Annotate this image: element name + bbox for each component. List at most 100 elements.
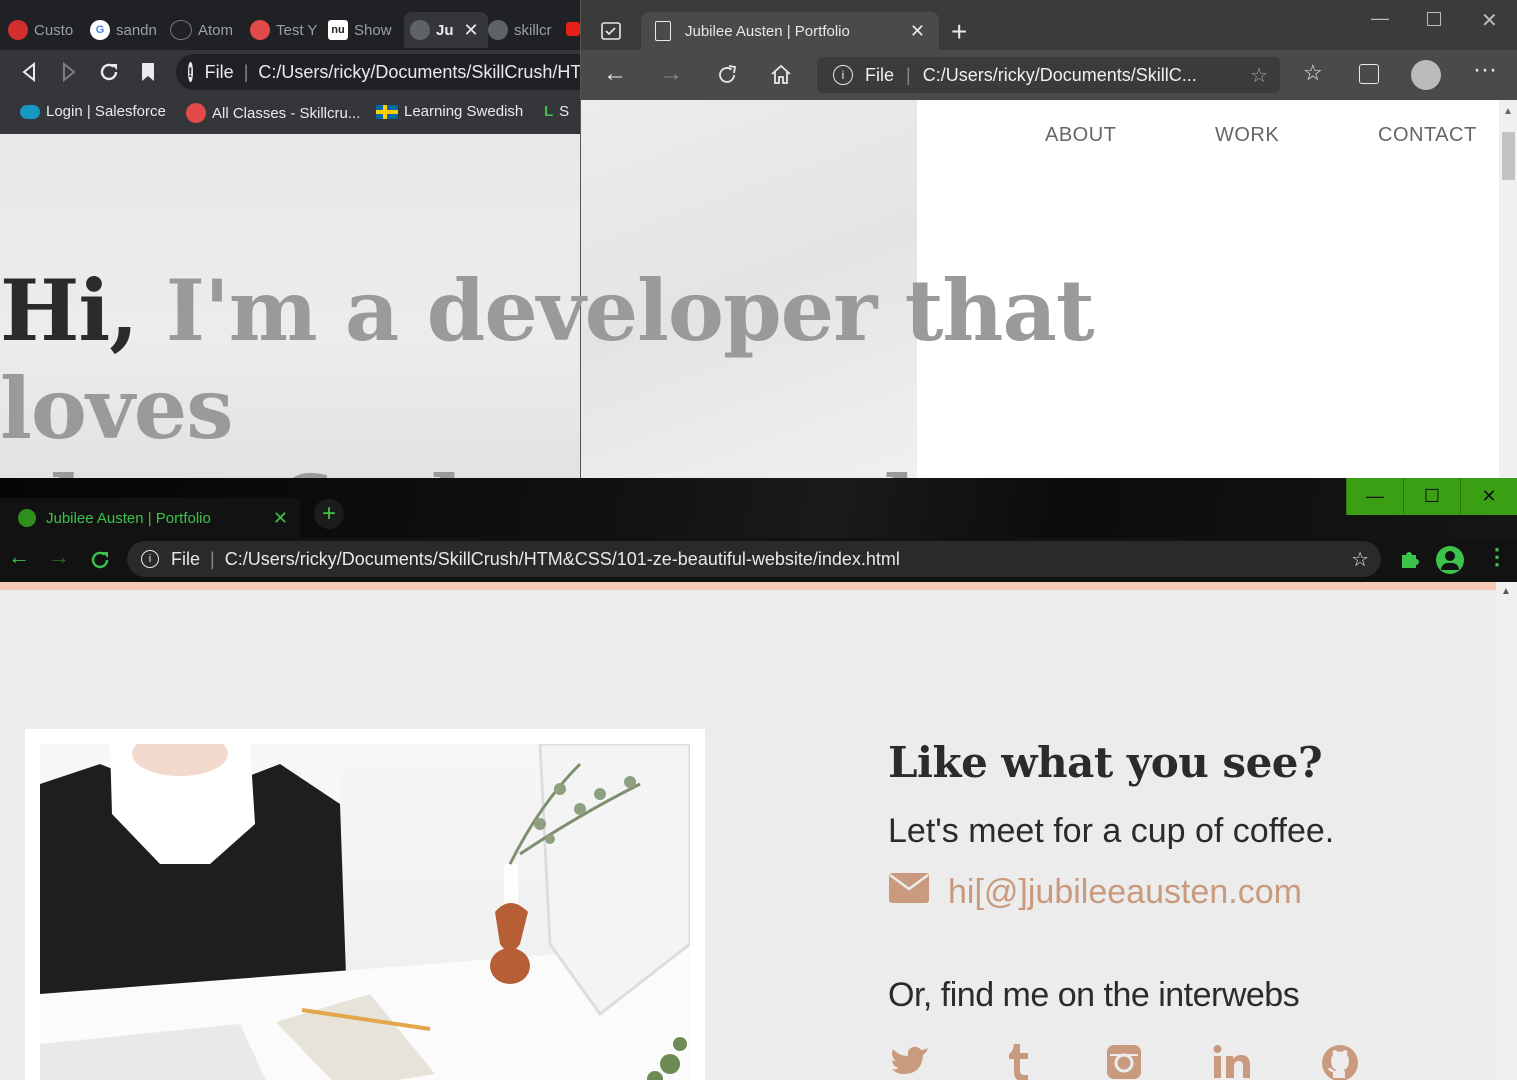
tab-ju-active[interactable]: Ju ✕ — [404, 12, 488, 48]
bookmark-s[interactable]: L S — [544, 103, 569, 120]
contact-photo-illustration — [40, 744, 690, 1080]
tab-title: Jubilee Austen | Portfolio — [685, 22, 850, 40]
tab-label: Atom — [198, 21, 234, 39]
tab-strip: Custo G sandn Atom Test Y nu Show Ju ✕ s… — [0, 0, 580, 50]
close-tab-icon[interactable]: ✕ — [464, 20, 479, 41]
tab-test[interactable]: Test Y — [250, 12, 324, 48]
reload-icon[interactable] — [715, 63, 739, 87]
forward-icon[interactable]: → — [48, 544, 70, 570]
close-window-icon[interactable]: ✕ — [1460, 478, 1517, 515]
minimize-icon[interactable]: — — [1346, 478, 1403, 515]
bookmark-learning-swedish[interactable]: Learning Swedish — [376, 103, 523, 120]
close-tab-icon[interactable]: ✕ — [910, 21, 925, 42]
address-divider: | — [210, 548, 215, 569]
close-tab-icon[interactable]: ✕ — [273, 508, 288, 529]
tumblr-icon[interactable] — [1005, 1044, 1049, 1080]
title-bar: Jubilee Austen | Portfolio ✕ + — ✕ — [581, 0, 1517, 50]
tab-skillcr[interactable]: skillcr — [488, 12, 560, 48]
new-tab-icon[interactable]: + — [951, 16, 967, 48]
address-text: C:/Users/ricky/Documents/SkillCrush/HTM&… — [224, 548, 900, 569]
linkedin-icon[interactable] — [1213, 1044, 1257, 1080]
add-favorite-icon[interactable]: ☆ — [1250, 63, 1268, 88]
home-icon[interactable] — [769, 63, 793, 87]
info-icon[interactable]: i — [833, 65, 853, 85]
tab-label: Ju — [436, 21, 454, 39]
forward-icon[interactable]: → — [659, 60, 683, 88]
globe-icon — [18, 509, 36, 527]
maximize-icon[interactable] — [1427, 12, 1441, 26]
twitter-icon[interactable] — [890, 1044, 934, 1080]
atom-icon — [170, 20, 192, 40]
maximize-icon[interactable]: ☐ — [1403, 478, 1460, 515]
contact-subheading: Let's meet for a cup of coffee. — [888, 812, 1335, 850]
scroll-up-icon[interactable]: ▲ — [1503, 106, 1513, 117]
bookmark-salesforce[interactable]: Login | Salesforce — [20, 103, 166, 120]
profile-avatar[interactable] — [1411, 60, 1441, 90]
favorites-icon[interactable]: ☆ — [1303, 60, 1323, 86]
globe-icon — [410, 20, 430, 40]
info-icon[interactable]: i — [141, 550, 159, 568]
tab-label: Custo — [34, 21, 74, 39]
scrollbar[interactable]: ▲ — [1496, 582, 1517, 1080]
email-link[interactable]: hi[@]jubileeausten.com — [888, 872, 1302, 913]
forward-icon[interactable] — [60, 62, 78, 82]
toolbar: ← → i File | C:/Users/ricky/Documents/Sk… — [581, 50, 1517, 100]
tab-jubilee-portfolio[interactable]: Jubilee Austen | Portfolio ✕ — [0, 498, 300, 538]
new-tab-icon[interactable]: + — [314, 499, 344, 529]
reload-icon[interactable] — [89, 549, 111, 571]
tab-custo[interactable]: Custo — [8, 12, 88, 48]
back-icon[interactable]: ← — [603, 60, 627, 88]
more-menu-icon[interactable]: ··· — [1473, 56, 1497, 84]
tab-atom[interactable]: Atom — [170, 12, 246, 48]
collections-icon[interactable] — [1359, 64, 1379, 84]
nav-work[interactable]: WORK — [1215, 124, 1279, 147]
social-heading: Or, find me on the interwebs — [888, 976, 1300, 1014]
email-address[interactable]: hi[@]jubileeausten.com — [948, 873, 1302, 912]
scroll-up-icon[interactable]: ▲ — [1501, 586, 1511, 597]
bookmark-icon[interactable] — [140, 62, 156, 82]
tab-label: Test Y — [276, 21, 318, 39]
youtube-icon — [566, 22, 580, 36]
tab-label: skillcr — [514, 21, 552, 39]
address-bar[interactable]: ! File | C:/Users/ricky/Documents/SkillC… — [176, 54, 580, 90]
google-icon: G — [90, 20, 110, 40]
address-scheme: File — [171, 548, 201, 569]
info-icon[interactable]: ! — [188, 62, 193, 82]
green-l-icon: L — [544, 103, 554, 120]
more-menu-icon[interactable]: ⋮ — [1486, 544, 1508, 570]
toolbar: ← → i File | C:/Users/ricky/Documents/Sk… — [0, 538, 1517, 582]
page-viewport: Like what you see? Let's meet for a cup … — [0, 590, 1496, 1080]
tab-label: sandn — [116, 21, 157, 39]
nav-contact[interactable]: CONTACT — [1378, 124, 1477, 147]
bookmark-label: All Classes - Skillcru... — [212, 104, 361, 122]
swedish-flag-icon — [376, 104, 398, 119]
globe-icon — [488, 20, 508, 40]
browser-window-chrome-foreground: Jubilee Austen | Portfolio ✕ + — ☐ ✕ ← →… — [0, 478, 1517, 1080]
tab-label: Show — [354, 21, 392, 39]
nu-icon: nu — [328, 20, 348, 40]
tab-title: Jubilee Austen | Portfolio — [46, 509, 211, 527]
address-scheme: File — [865, 64, 895, 85]
tab-actions-icon[interactable] — [601, 22, 621, 40]
address-divider: | — [243, 61, 249, 82]
tab-sandn[interactable]: G sandn — [90, 12, 166, 48]
bookmark-label: S — [559, 103, 570, 120]
profile-avatar[interactable] — [1436, 546, 1464, 574]
scrollbar[interactable]: ▲ — [1499, 100, 1517, 478]
tab-jubilee-portfolio[interactable]: Jubilee Austen | Portfolio ✕ — [641, 12, 939, 50]
github-icon[interactable] — [1321, 1044, 1365, 1080]
address-bar[interactable]: i File | C:/Users/ricky/Documents/SkillC… — [127, 541, 1381, 577]
nav-about[interactable]: ABOUT — [1045, 124, 1116, 147]
close-window-icon[interactable]: ✕ — [1481, 8, 1498, 33]
address-bar[interactable]: i File | C:/Users/ricky/Documents/SkillC… — [817, 57, 1280, 93]
contact-heading: Like what you see? — [888, 738, 1323, 787]
extensions-icon[interactable] — [1398, 548, 1420, 570]
instagram-icon[interactable] — [1106, 1044, 1150, 1080]
tab-show[interactable]: nu Show — [328, 12, 402, 48]
bookmark-star-icon[interactable]: ☆ — [1351, 547, 1369, 572]
scroll-thumb[interactable] — [1502, 132, 1515, 180]
back-icon[interactable]: ← — [8, 544, 30, 570]
minimize-icon[interactable]: — — [1371, 8, 1389, 29]
back-icon[interactable] — [20, 62, 38, 82]
reload-icon[interactable] — [98, 61, 120, 83]
